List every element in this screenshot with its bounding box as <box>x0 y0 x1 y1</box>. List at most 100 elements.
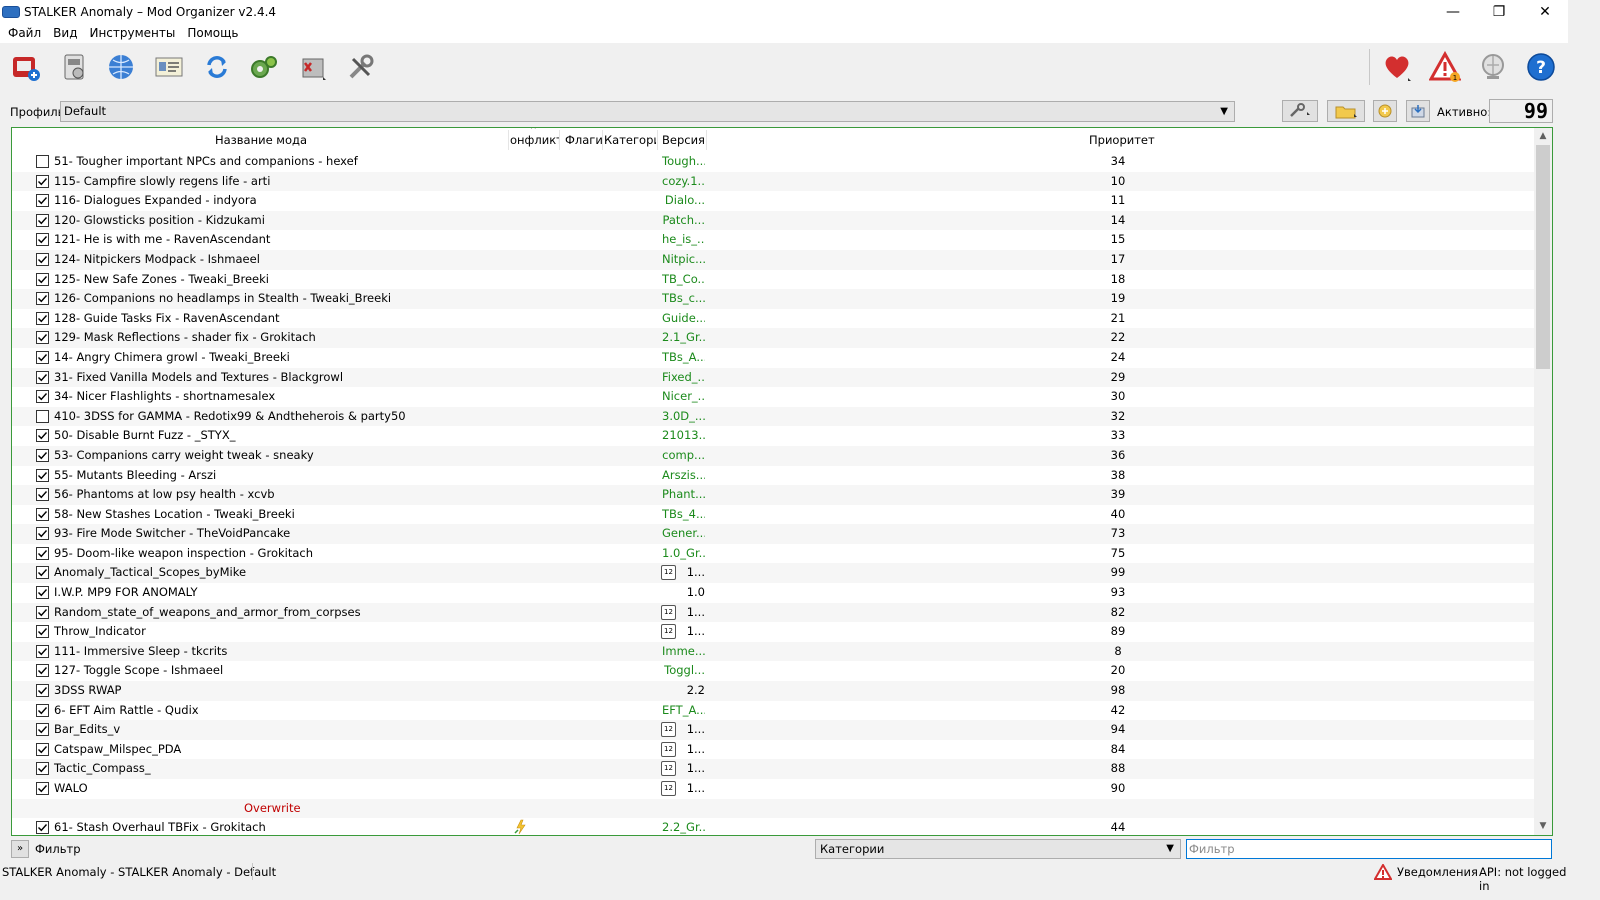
mod-row[interactable]: WALO 12 1... 90 <box>12 779 1534 799</box>
problems-warning-icon[interactable]: 1 <box>1428 51 1462 83</box>
restore-button[interactable]: ❐ <box>1476 0 1522 23</box>
mod-row[interactable]: Anomaly_Tactical_Scopes_byMike 12 1... 99 <box>12 563 1534 584</box>
mod-enabled-checkbox[interactable] <box>36 762 49 776</box>
filter-panel-toggle-button[interactable]: » <box>11 840 29 858</box>
mod-row[interactable]: 31- Fixed Vanilla Models and Textures - … <box>12 367 1534 388</box>
mod-enabled-checkbox[interactable] <box>36 409 49 423</box>
mod-row[interactable]: I.W.P. MP9 FOR ANOMALY 1.0 93 <box>12 583 1534 603</box>
mod-row[interactable]: Catspaw_Milspec_PDA 12 1... 84 <box>12 740 1534 760</box>
mod-row[interactable]: 3DSS RWAP 2.2 98 <box>12 681 1534 701</box>
mod-row[interactable]: 116- Dialogues Expanded - indyora Dialo..… <box>12 191 1534 211</box>
mod-row[interactable]: Throw_Indicator 12 1... 89 <box>12 622 1534 642</box>
mod-enabled-checkbox[interactable] <box>36 194 49 208</box>
create-backup-button[interactable] <box>1406 100 1430 122</box>
menu-tools[interactable]: Инструменты <box>89 26 175 40</box>
mod-row[interactable]: 56- Phantoms at low psy health - xcvb Pha… <box>12 485 1534 505</box>
scroll-down-arrow-icon[interactable]: ▼ <box>1534 818 1552 835</box>
mod-enabled-checkbox[interactable] <box>36 448 49 462</box>
mod-enabled-checkbox[interactable] <box>36 233 49 247</box>
mod-row[interactable]: 6- EFT Aim Rattle - Qudix EFT_A... 42 <box>12 701 1534 721</box>
restore-backup-button[interactable] <box>1373 100 1397 122</box>
mod-enabled-checkbox[interactable] <box>36 703 49 717</box>
mod-enabled-checkbox[interactable] <box>36 566 49 580</box>
mod-row[interactable]: 126- Companions no headlamps in Stealth … <box>12 289 1534 309</box>
mod-enabled-checkbox[interactable] <box>36 252 49 266</box>
refresh-icon[interactable] <box>200 51 234 83</box>
mod-enabled-checkbox[interactable] <box>36 350 49 364</box>
mod-row[interactable]: 93- Fire Mode Switcher - TheVoidPancake G… <box>12 524 1534 544</box>
scrollbar-thumb[interactable] <box>1536 145 1550 369</box>
mod-row[interactable]: 125- New Safe Zones - Tweaki_Breeki TB_Co… <box>12 270 1534 290</box>
mod-row[interactable]: 53- Companions carry weight tweak - snea… <box>12 445 1534 466</box>
mod-enabled-checkbox[interactable] <box>36 370 49 384</box>
overwrite-row[interactable]: Overwrite <box>12 798 1534 819</box>
mod-enabled-checkbox[interactable] <box>36 331 49 345</box>
mod-row[interactable]: 410- 3DSS for GAMMA - Redotix99 & Andthe… <box>12 406 1534 427</box>
column-header-version[interactable]: Версия <box>662 128 708 152</box>
mod-row[interactable]: 111- Immersive Sleep - tkcrits Imme... 8 <box>12 641 1534 662</box>
notifications-button[interactable]: Уведомления <box>1374 863 1478 881</box>
mod-row[interactable]: 95- Doom-like weapon inspection - Grokit… <box>12 544 1534 564</box>
update-icon[interactable] <box>1476 51 1510 83</box>
mod-enabled-checkbox[interactable] <box>36 644 49 658</box>
mod-enabled-checkbox[interactable] <box>36 723 49 737</box>
add-mod-icon[interactable] <box>152 51 186 83</box>
settings-icon[interactable] <box>344 51 378 83</box>
mod-enabled-checkbox[interactable] <box>36 311 49 325</box>
mod-row[interactable]: Bar_Edits_v 12 1... 94 <box>12 720 1534 740</box>
mod-row[interactable]: 115- Campfire slowly regens life - arti c… <box>12 171 1534 192</box>
mod-row[interactable]: 55- Mutants Bleeding - Arszi Arszis... 38 <box>12 466 1534 486</box>
instances-icon[interactable] <box>8 51 42 83</box>
column-header-flags[interactable]: Флаги <box>565 128 603 152</box>
menu-help[interactable]: Помощь <box>187 26 238 40</box>
mod-enabled-checkbox[interactable] <box>36 625 49 639</box>
mod-row[interactable]: 129- Mask Reflections - shader fix - Gro… <box>12 328 1534 348</box>
nexus-browser-icon[interactable] <box>104 51 138 83</box>
mod-row[interactable]: 50- Disable Burnt Fuzz - _STYX_ 21013... 3… <box>12 426 1534 446</box>
tools-icon[interactable] <box>296 51 330 83</box>
mod-enabled-checkbox[interactable] <box>36 468 49 482</box>
mod-row[interactable]: 121- He is with me - RavenAscendant he_is… <box>12 230 1534 250</box>
mod-enabled-checkbox[interactable] <box>36 605 49 619</box>
mod-row[interactable]: 128- Guide Tasks Fix - RavenAscendant Gui… <box>12 309 1534 329</box>
close-button[interactable]: ✕ <box>1522 0 1568 23</box>
mod-enabled-checkbox[interactable] <box>36 213 49 227</box>
mod-enabled-checkbox[interactable] <box>36 684 49 698</box>
mod-row[interactable]: 127- Toggle Scope - Ishmaeel Toggl... 20 <box>12 661 1534 681</box>
category-filter-select[interactable]: Категории ▼ <box>815 839 1181 859</box>
open-folder-button[interactable] <box>1327 100 1365 122</box>
scroll-up-arrow-icon[interactable]: ▲ <box>1534 128 1552 145</box>
column-header-category[interactable]: Категории <box>604 128 656 152</box>
mod-row[interactable]: 34- Nicer Flashlights - shortnamesalex Ni… <box>12 387 1534 407</box>
mod-enabled-checkbox[interactable] <box>36 174 49 188</box>
menu-file[interactable]: Файл <box>8 26 41 40</box>
mod-enabled-checkbox[interactable] <box>36 586 49 600</box>
mod-row[interactable]: Random_state_of_weapons_and_armor_from_c… <box>12 602 1534 623</box>
mod-enabled-checkbox[interactable] <box>36 742 49 756</box>
mod-enabled-checkbox[interactable] <box>36 292 49 306</box>
mod-row[interactable]: 51- Tougher important NPCs and companion… <box>12 152 1534 172</box>
mod-enabled-checkbox[interactable] <box>36 821 49 835</box>
mod-row[interactable]: 61- Stash Overhaul TBFix - Grokitach 2.2_… <box>12 818 1534 835</box>
profile-select[interactable]: Default ▼ <box>60 101 1235 122</box>
mod-enabled-checkbox[interactable] <box>36 155 49 168</box>
filter-input[interactable] <box>1186 839 1552 859</box>
mod-enabled-checkbox[interactable] <box>36 527 49 541</box>
endorse-heart-icon[interactable] <box>1380 51 1414 83</box>
column-header-priority[interactable]: Приоритет <box>1089 128 1169 152</box>
mod-enabled-checkbox[interactable] <box>36 390 49 404</box>
menu-view[interactable]: Вид <box>53 26 77 40</box>
mod-row[interactable]: Tactic_Compass_ 12 1... 88 <box>12 759 1534 779</box>
mod-enabled-checkbox[interactable] <box>36 546 49 560</box>
mod-enabled-checkbox[interactable] <box>36 272 49 286</box>
executables-icon[interactable] <box>247 51 281 83</box>
mod-row[interactable]: 124- Nitpickers Modpack - Ishmaeel Nitpic… <box>12 249 1534 270</box>
mod-list-scrollbar[interactable]: ▲ ▼ <box>1534 128 1552 835</box>
mod-row[interactable]: 120- Glowsticks position - Kidzukami Patc… <box>12 210 1534 231</box>
column-header-name[interactable]: Название мода <box>12 128 510 152</box>
mod-enabled-checkbox[interactable] <box>36 507 49 521</box>
help-icon[interactable]: ? <box>1524 51 1558 83</box>
mod-enabled-checkbox[interactable] <box>36 488 49 502</box>
list-options-button[interactable] <box>1282 100 1318 122</box>
mod-enabled-checkbox[interactable] <box>36 782 49 795</box>
